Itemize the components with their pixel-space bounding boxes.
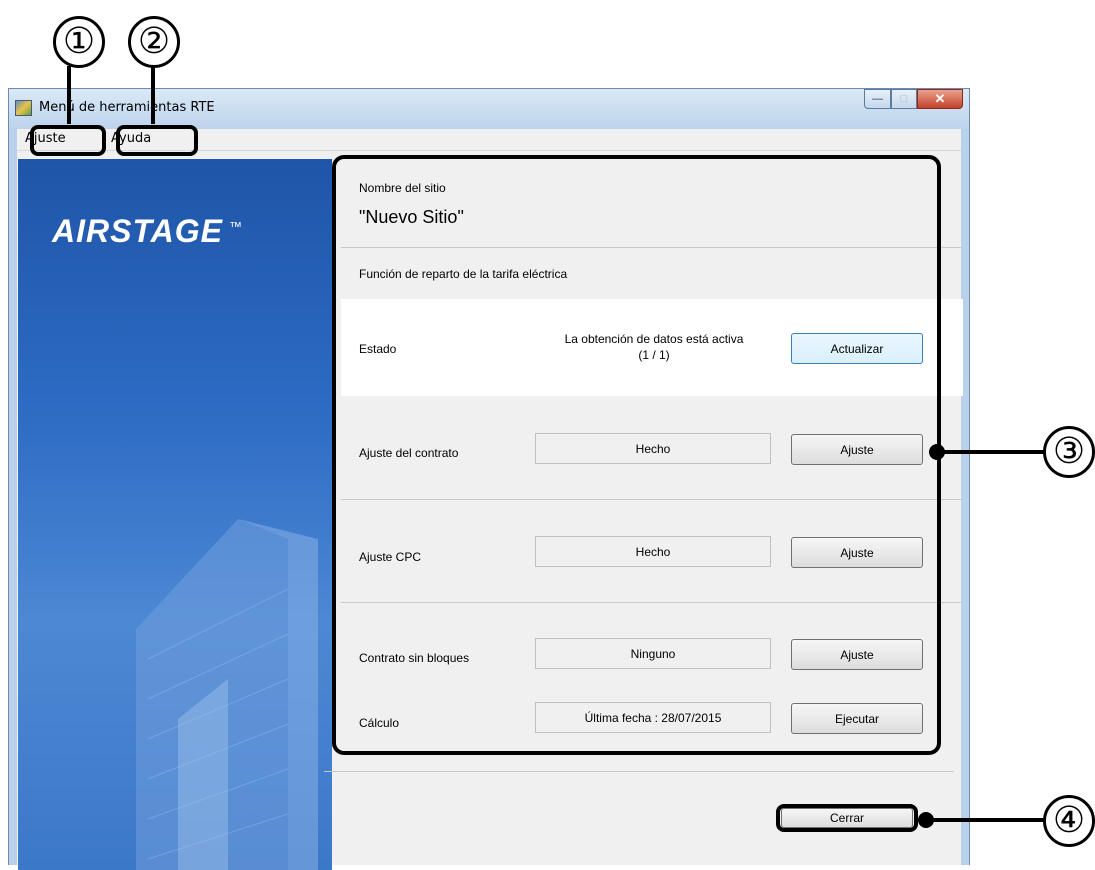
- airstage-logo: AIRSTAGE ™: [52, 213, 243, 250]
- maximize-button[interactable]: □: [891, 89, 917, 109]
- logo-text: AIRSTAGE: [52, 213, 223, 249]
- brand-panel: AIRSTAGE ™: [18, 159, 332, 870]
- callout-3: ③: [1043, 426, 1095, 478]
- window-controls: — □ ✕: [864, 89, 963, 109]
- highlight-ajuste: [30, 125, 106, 156]
- building-graphic: [136, 519, 318, 870]
- minimize-button[interactable]: —: [864, 89, 891, 109]
- highlight-ayuda: [116, 125, 198, 156]
- callout-4-leader: [928, 818, 1044, 822]
- highlight-close: [776, 804, 918, 832]
- maximize-icon: □: [900, 93, 908, 105]
- app-icon: [15, 100, 32, 116]
- highlight-settings: [332, 155, 941, 755]
- close-window-button[interactable]: ✕: [917, 89, 963, 109]
- callout-3-dot: [929, 444, 945, 460]
- callout-3-leader: [940, 450, 1044, 454]
- close-icon: ✕: [934, 91, 946, 106]
- callout-1: ①: [53, 16, 105, 68]
- callout-1-leader: [67, 66, 71, 124]
- callout-4-dot: [918, 812, 934, 828]
- minimize-icon: —: [872, 93, 883, 105]
- callout-2: ②: [128, 16, 180, 68]
- footer-divider: [324, 771, 954, 772]
- callout-4: ④: [1043, 795, 1095, 847]
- callout-2-leader: [151, 66, 155, 124]
- window-title: Menú de herramientas RTE: [39, 100, 215, 115]
- logo-trademark: ™: [228, 219, 243, 234]
